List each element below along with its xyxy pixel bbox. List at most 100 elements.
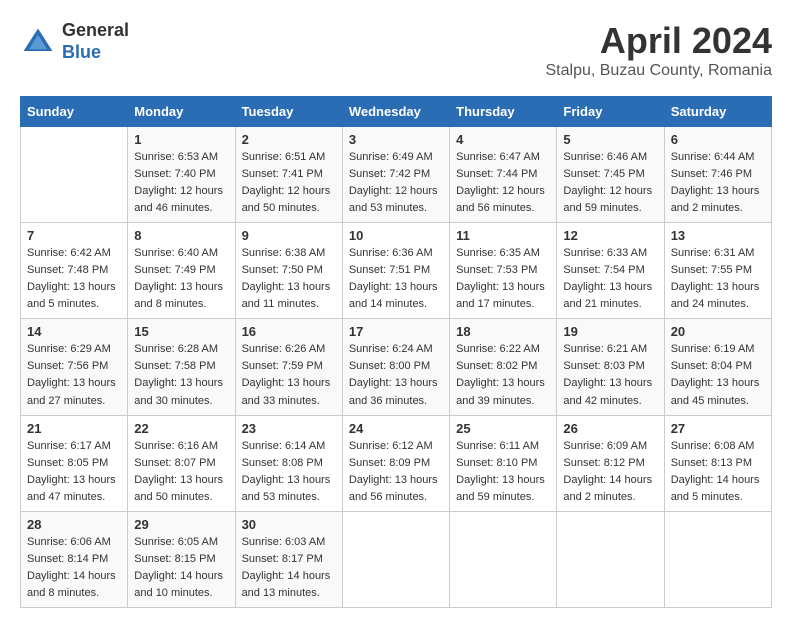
day-info: Sunrise: 6:40 AM Sunset: 7:49 PM Dayligh… bbox=[134, 245, 228, 313]
calendar-cell bbox=[557, 511, 664, 607]
day-info: Sunrise: 6:36 AM Sunset: 7:51 PM Dayligh… bbox=[349, 245, 443, 313]
day-number: 2 bbox=[242, 132, 336, 147]
day-info: Sunrise: 6:38 AM Sunset: 7:50 PM Dayligh… bbox=[242, 245, 336, 313]
logo-blue: Blue bbox=[62, 42, 129, 64]
day-info: Sunrise: 6:31 AM Sunset: 7:55 PM Dayligh… bbox=[671, 245, 765, 313]
calendar-cell bbox=[21, 127, 128, 223]
day-info: Sunrise: 6:14 AM Sunset: 8:08 PM Dayligh… bbox=[242, 438, 336, 506]
weekday-header-thursday: Thursday bbox=[450, 97, 557, 127]
day-number: 15 bbox=[134, 324, 228, 339]
day-info: Sunrise: 6:49 AM Sunset: 7:42 PM Dayligh… bbox=[349, 149, 443, 217]
day-number: 1 bbox=[134, 132, 228, 147]
day-info: Sunrise: 6:51 AM Sunset: 7:41 PM Dayligh… bbox=[242, 149, 336, 217]
calendar-cell: 9 Sunrise: 6:38 AM Sunset: 7:50 PM Daylig… bbox=[235, 223, 342, 319]
day-info: Sunrise: 6:44 AM Sunset: 7:46 PM Dayligh… bbox=[671, 149, 765, 217]
day-number: 20 bbox=[671, 324, 765, 339]
day-info: Sunrise: 6:42 AM Sunset: 7:48 PM Dayligh… bbox=[27, 245, 121, 313]
calendar-cell: 3 Sunrise: 6:49 AM Sunset: 7:42 PM Daylig… bbox=[342, 127, 449, 223]
calendar-body: 1 Sunrise: 6:53 AM Sunset: 7:40 PM Daylig… bbox=[21, 127, 772, 608]
calendar-cell: 27Sunrise: 6:08 AM Sunset: 8:13 PM Dayli… bbox=[664, 415, 771, 511]
day-info: Sunrise: 6:06 AM Sunset: 8:14 PM Dayligh… bbox=[27, 534, 121, 602]
day-info: Sunrise: 6:46 AM Sunset: 7:45 PM Dayligh… bbox=[563, 149, 657, 217]
weekday-header-saturday: Saturday bbox=[664, 97, 771, 127]
calendar-cell: 15Sunrise: 6:28 AM Sunset: 7:58 PM Dayli… bbox=[128, 319, 235, 415]
day-number: 17 bbox=[349, 324, 443, 339]
day-number: 21 bbox=[27, 421, 121, 436]
day-number: 26 bbox=[563, 421, 657, 436]
calendar-cell: 6 Sunrise: 6:44 AM Sunset: 7:46 PM Daylig… bbox=[664, 127, 771, 223]
weekday-header-tuesday: Tuesday bbox=[235, 97, 342, 127]
calendar-cell: 7 Sunrise: 6:42 AM Sunset: 7:48 PM Daylig… bbox=[21, 223, 128, 319]
calendar-week-5: 28 Sunrise: 6:06 AM Sunset: 8:14 PM Dayli… bbox=[21, 511, 772, 607]
calendar-cell: 4 Sunrise: 6:47 AM Sunset: 7:44 PM Daylig… bbox=[450, 127, 557, 223]
weekday-header-sunday: Sunday bbox=[21, 97, 128, 127]
calendar-week-3: 14 Sunrise: 6:29 AM Sunset: 7:56 PM Dayli… bbox=[21, 319, 772, 415]
calendar-cell: 5 Sunrise: 6:46 AM Sunset: 7:45 PM Daylig… bbox=[557, 127, 664, 223]
day-info: Sunrise: 6:47 AM Sunset: 7:44 PM Dayligh… bbox=[456, 149, 550, 217]
day-info: Sunrise: 6:17 AM Sunset: 8:05 PM Dayligh… bbox=[27, 438, 121, 506]
title-section: April 2024 Stalpu, Buzau County, Romania bbox=[546, 20, 773, 80]
day-number: 6 bbox=[671, 132, 765, 147]
day-number: 3 bbox=[349, 132, 443, 147]
day-info: Sunrise: 6:21 AM Sunset: 8:03 PM Dayligh… bbox=[563, 341, 657, 409]
calendar-cell: 2 Sunrise: 6:51 AM Sunset: 7:41 PM Daylig… bbox=[235, 127, 342, 223]
calendar-cell: 10 Sunrise: 6:36 AM Sunset: 7:51 PM Dayli… bbox=[342, 223, 449, 319]
location-subtitle: Stalpu, Buzau County, Romania bbox=[546, 62, 773, 80]
day-number: 19 bbox=[563, 324, 657, 339]
day-info: Sunrise: 6:35 AM Sunset: 7:53 PM Dayligh… bbox=[456, 245, 550, 313]
day-info: Sunrise: 6:53 AM Sunset: 7:40 PM Dayligh… bbox=[134, 149, 228, 217]
logo: General Blue bbox=[20, 20, 129, 63]
calendar-cell bbox=[664, 511, 771, 607]
day-number: 4 bbox=[456, 132, 550, 147]
day-number: 18 bbox=[456, 324, 550, 339]
day-number: 8 bbox=[134, 228, 228, 243]
day-info: Sunrise: 6:33 AM Sunset: 7:54 PM Dayligh… bbox=[563, 245, 657, 313]
calendar-cell: 23 Sunrise: 6:14 AM Sunset: 8:08 PM Dayli… bbox=[235, 415, 342, 511]
day-info: Sunrise: 6:24 AM Sunset: 8:00 PM Dayligh… bbox=[349, 341, 443, 409]
calendar-cell: 21 Sunrise: 6:17 AM Sunset: 8:05 PM Dayli… bbox=[21, 415, 128, 511]
logo-text: General Blue bbox=[62, 20, 129, 63]
calendar-cell: 30 Sunrise: 6:03 AM Sunset: 8:17 PM Dayli… bbox=[235, 511, 342, 607]
day-number: 28 bbox=[27, 517, 121, 532]
calendar-cell: 11 Sunrise: 6:35 AM Sunset: 7:53 PM Dayli… bbox=[450, 223, 557, 319]
day-info: Sunrise: 6:22 AM Sunset: 8:02 PM Dayligh… bbox=[456, 341, 550, 409]
calendar-table: SundayMondayTuesdayWednesdayThursdayFrid… bbox=[20, 96, 772, 608]
calendar-cell: 17 Sunrise: 6:24 AM Sunset: 8:00 PM Dayli… bbox=[342, 319, 449, 415]
day-number: 23 bbox=[242, 421, 336, 436]
calendar-cell: 20Sunrise: 6:19 AM Sunset: 8:04 PM Dayli… bbox=[664, 319, 771, 415]
calendar-cell: 22 Sunrise: 6:16 AM Sunset: 8:07 PM Dayli… bbox=[128, 415, 235, 511]
day-number: 27 bbox=[671, 421, 765, 436]
day-number: 25 bbox=[456, 421, 550, 436]
calendar-cell: 8 Sunrise: 6:40 AM Sunset: 7:49 PM Daylig… bbox=[128, 223, 235, 319]
day-number: 11 bbox=[456, 228, 550, 243]
calendar-cell: 29Sunrise: 6:05 AM Sunset: 8:15 PM Dayli… bbox=[128, 511, 235, 607]
day-number: 22 bbox=[134, 421, 228, 436]
day-info: Sunrise: 6:03 AM Sunset: 8:17 PM Dayligh… bbox=[242, 534, 336, 602]
day-number: 13 bbox=[671, 228, 765, 243]
calendar-cell: 19 Sunrise: 6:21 AM Sunset: 8:03 PM Dayli… bbox=[557, 319, 664, 415]
day-info: Sunrise: 6:29 AM Sunset: 7:56 PM Dayligh… bbox=[27, 341, 121, 409]
calendar-cell: 24Sunrise: 6:12 AM Sunset: 8:09 PM Dayli… bbox=[342, 415, 449, 511]
calendar-cell: 1 Sunrise: 6:53 AM Sunset: 7:40 PM Daylig… bbox=[128, 127, 235, 223]
day-info: Sunrise: 6:16 AM Sunset: 8:07 PM Dayligh… bbox=[134, 438, 228, 506]
calendar-cell: 16Sunrise: 6:26 AM Sunset: 7:59 PM Dayli… bbox=[235, 319, 342, 415]
calendar-header: SundayMondayTuesdayWednesdayThursdayFrid… bbox=[21, 97, 772, 127]
day-number: 12 bbox=[563, 228, 657, 243]
day-number: 14 bbox=[27, 324, 121, 339]
day-number: 5 bbox=[563, 132, 657, 147]
day-number: 10 bbox=[349, 228, 443, 243]
calendar-week-4: 21 Sunrise: 6:17 AM Sunset: 8:05 PM Dayli… bbox=[21, 415, 772, 511]
calendar-cell: 14 Sunrise: 6:29 AM Sunset: 7:56 PM Dayli… bbox=[21, 319, 128, 415]
calendar-week-2: 7 Sunrise: 6:42 AM Sunset: 7:48 PM Daylig… bbox=[21, 223, 772, 319]
day-number: 9 bbox=[242, 228, 336, 243]
day-number: 30 bbox=[242, 517, 336, 532]
calendar-cell: 13 Sunrise: 6:31 AM Sunset: 7:55 PM Dayli… bbox=[664, 223, 771, 319]
day-info: Sunrise: 6:09 AM Sunset: 8:12 PM Dayligh… bbox=[563, 438, 657, 506]
logo-icon bbox=[20, 24, 56, 60]
day-number: 7 bbox=[27, 228, 121, 243]
day-number: 24 bbox=[349, 421, 443, 436]
day-info: Sunrise: 6:26 AM Sunset: 7:59 PM Dayligh… bbox=[242, 341, 336, 409]
calendar-cell: 26 Sunrise: 6:09 AM Sunset: 8:12 PM Dayli… bbox=[557, 415, 664, 511]
calendar-cell: 12 Sunrise: 6:33 AM Sunset: 7:54 PM Dayli… bbox=[557, 223, 664, 319]
calendar-cell: 18 Sunrise: 6:22 AM Sunset: 8:02 PM Dayli… bbox=[450, 319, 557, 415]
